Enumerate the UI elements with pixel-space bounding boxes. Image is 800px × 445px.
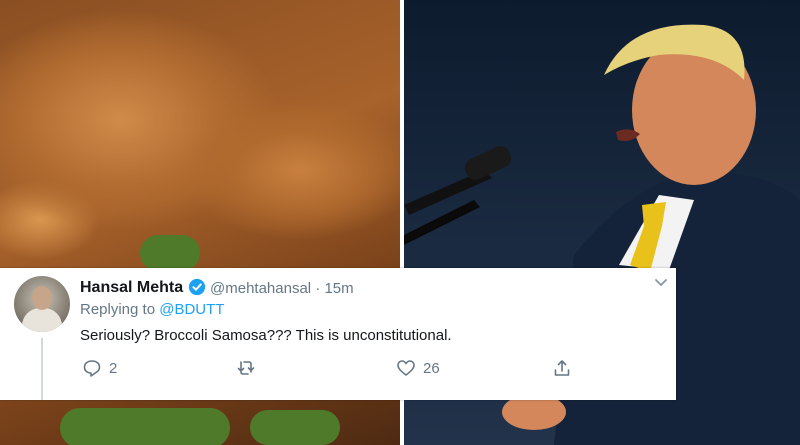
replying-to: Replying to @BDUTT [80,301,224,318]
avatar-face [32,286,52,310]
reply-button[interactable]: 2 [82,358,117,378]
retweet-icon [237,361,255,375]
author-name[interactable]: Hansal Mehta [80,279,183,297]
thread-line [41,338,43,400]
retweet-button[interactable] [236,358,263,378]
reply-icon [83,360,101,377]
like-button[interactable]: 26 [396,358,440,378]
broccoli-filling [60,408,230,445]
like-icon [397,360,415,376]
like-count: 26 [423,359,440,377]
handle-and-time[interactable]: @mehtahansal · 15m [210,280,354,297]
share-button[interactable] [552,358,572,378]
verified-badge-icon [188,278,206,296]
reply-count: 2 [109,359,118,377]
replying-to-link[interactable]: @BDUTT [159,301,224,318]
share-icon [554,360,570,376]
chevron-down-icon[interactable] [654,278,668,288]
avatar-body [22,308,62,332]
replying-prefix: Replying to [80,301,156,318]
avatar[interactable] [14,276,70,332]
broccoli-filling [140,235,200,271]
broccoli-filling [250,410,340,445]
tweet-text: Seriously? Broccoli Samosa??? This is un… [80,327,452,344]
